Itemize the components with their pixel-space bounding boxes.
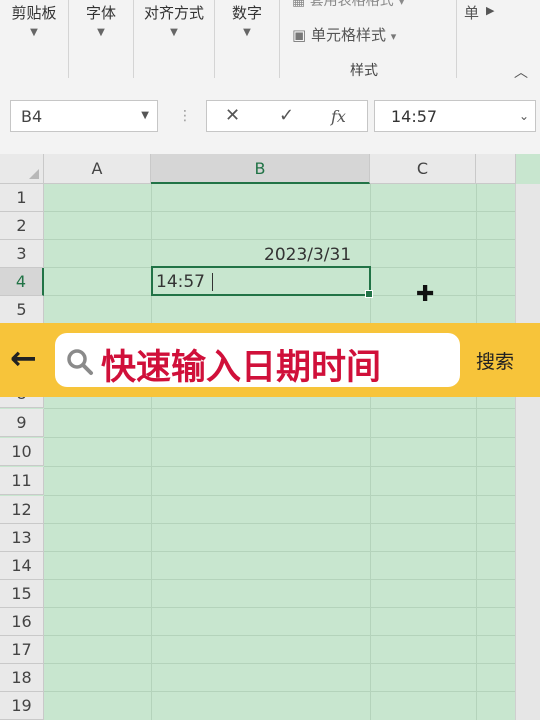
search-banner: ← 快速输入日期时间 搜索 [0, 323, 540, 397]
chevron-down-icon[interactable]: ▼ [0, 27, 68, 38]
cell-style-label: 单元格样式 [310, 26, 386, 44]
chevron-down-icon[interactable]: ▼ [141, 110, 149, 121]
cell-select-cursor-icon: ✚ [416, 282, 435, 307]
gridline [44, 663, 540, 664]
column-header-b[interactable]: B [151, 154, 370, 184]
formula-input[interactable]: 14:57 ⌄ [374, 100, 536, 132]
number-group[interactable]: 数字 ▼ [215, 0, 279, 78]
drag-handle-icon[interactable]: ⋮ [178, 108, 192, 124]
gridline [44, 551, 540, 552]
chevron-down-icon[interactable]: ▼ [69, 27, 133, 38]
select-all-button[interactable] [0, 154, 44, 184]
search-query: 快速输入日期时间 [101, 348, 382, 388]
gridline [44, 495, 540, 496]
gridline [44, 437, 540, 438]
gridline [476, 184, 477, 720]
gridline [151, 184, 152, 720]
cell-b3[interactable]: 2023/3/31 [264, 245, 351, 265]
fill-handle[interactable] [365, 290, 373, 298]
clipboard-group[interactable]: 剪贴板 ▼ [0, 0, 68, 78]
row-header[interactable]: 15 [0, 580, 44, 608]
cell-style-button[interactable]: ▣ 单元格样式 ▾ [292, 24, 396, 45]
name-box-value: B4 [21, 107, 43, 126]
row-header[interactable]: 3 [0, 240, 44, 268]
cell-b4-text: 14:57 [156, 272, 205, 292]
row-header[interactable]: 2 [0, 212, 44, 240]
gridline [44, 408, 540, 409]
cells-group-label[interactable]: 单 [464, 2, 479, 23]
vertical-scrollbar[interactable] [515, 184, 540, 720]
enter-icon[interactable]: ✓ [279, 105, 294, 126]
formula-bar: B4 ▼ ⋮ ✕ ✓ fx 14:57 ⌄ [0, 88, 540, 154]
row-header-selected[interactable]: 4 [0, 268, 44, 296]
ribbon-divider [279, 0, 280, 78]
clipboard-label: 剪贴板 [11, 4, 57, 22]
font-group[interactable]: 字体 ▼ [69, 0, 133, 78]
worksheet-grid[interactable]: A B C 1 2 3 4 5 6 7 8 9 10 11 12 13 14 1… [0, 154, 540, 720]
row-header[interactable]: 13 [0, 524, 44, 552]
row-header[interactable]: 17 [0, 636, 44, 664]
row-header[interactable]: 14 [0, 552, 44, 580]
chevron-down-icon[interactable]: ▼ [215, 27, 279, 38]
gridline [44, 691, 540, 692]
ribbon: 剪贴板 ▼ 字体 ▼ 对齐方式 ▼ 数字 ▼ ▦ 套用表格格式 ▾ ▣ 单元格样… [0, 0, 540, 89]
formula-value: 14:57 [391, 107, 438, 126]
column-header-d[interactable] [476, 154, 516, 184]
column-header-a[interactable]: A [44, 154, 151, 184]
insert-function-icon[interactable]: fx [331, 107, 346, 126]
row-header[interactable]: 19 [0, 692, 44, 720]
cell-style-icon: ▣ [292, 26, 311, 44]
table-format-icon: ▦ [292, 0, 310, 9]
gridline [44, 607, 540, 608]
search-field[interactable]: 快速输入日期时间 [55, 333, 460, 388]
gridline [44, 635, 540, 636]
table-format-label: 套用表格格式 [309, 0, 394, 9]
row-header[interactable]: 18 [0, 664, 44, 692]
active-cell-b4[interactable]: 14:57 [151, 266, 373, 298]
gridline [44, 239, 540, 240]
row-header[interactable]: 1 [0, 184, 44, 212]
gridline [370, 184, 371, 720]
ribbon-divider [456, 0, 457, 78]
text-cursor [212, 273, 213, 291]
table-format-button[interactable]: ▦ 套用表格格式 ▾ [292, 0, 405, 10]
name-box[interactable]: B4 ▼ [10, 100, 158, 132]
expand-formula-icon[interactable]: ⌄ [519, 109, 529, 123]
font-label: 字体 [85, 4, 116, 22]
cancel-icon[interactable]: ✕ [225, 105, 240, 126]
row-header[interactable]: 12 [0, 496, 44, 524]
search-button[interactable]: 搜索 [476, 347, 514, 374]
search-icon [67, 349, 93, 375]
gridline [44, 523, 540, 524]
row-header[interactable]: 10 [0, 438, 44, 466]
alignment-label: 对齐方式 [143, 4, 204, 22]
gridline [44, 579, 540, 580]
back-arrow-icon[interactable]: ← [10, 339, 37, 377]
alignment-group[interactable]: 对齐方式 ▼ [134, 0, 214, 78]
row-header[interactable]: 9 [0, 409, 44, 437]
row-header[interactable]: 5 [0, 296, 44, 324]
style-group-label: 样式 [350, 63, 378, 79]
row-header[interactable]: 16 [0, 608, 44, 636]
gridline [44, 211, 540, 212]
collapse-ribbon-icon[interactable]: ︿ [514, 62, 528, 82]
number-label: 数字 [231, 4, 262, 22]
row-header[interactable]: 11 [0, 467, 44, 495]
column-header-c[interactable]: C [370, 154, 476, 184]
scroll-right-icon[interactable]: ▶ [486, 4, 494, 17]
gridline [44, 466, 540, 467]
chevron-down-icon[interactable]: ▼ [134, 27, 214, 38]
formula-buttons: ✕ ✓ fx [206, 100, 368, 132]
